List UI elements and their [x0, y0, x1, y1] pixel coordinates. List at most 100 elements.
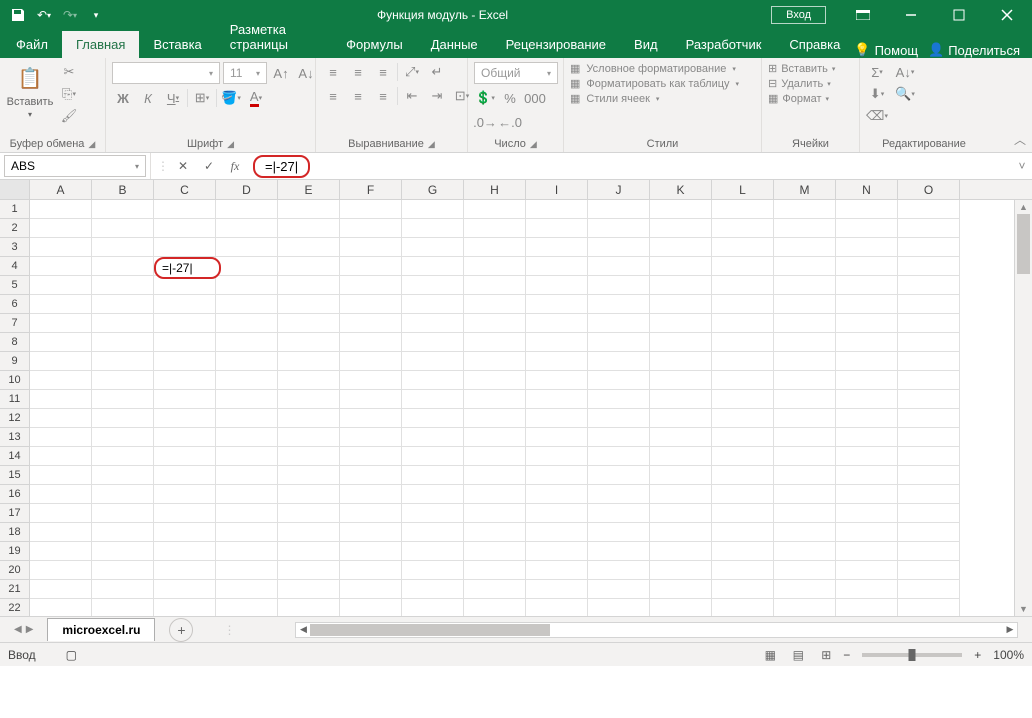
- cut-icon[interactable]: ✂: [58, 62, 80, 82]
- save-icon[interactable]: [6, 3, 30, 27]
- close-icon[interactable]: [984, 0, 1030, 30]
- row-header-22[interactable]: 22: [0, 599, 30, 616]
- row-header-20[interactable]: 20: [0, 561, 30, 580]
- normal-view-icon[interactable]: ▦: [759, 646, 781, 664]
- clipboard-launcher-icon[interactable]: ◢: [88, 139, 95, 150]
- col-header-l[interactable]: L: [712, 180, 774, 199]
- copy-icon[interactable]: ⎘▾: [58, 84, 80, 104]
- underline-button[interactable]: Ч▾: [162, 88, 184, 108]
- font-color-icon[interactable]: A▾: [245, 88, 267, 108]
- orientation-icon[interactable]: ⤢▾: [401, 62, 423, 82]
- sheet-prev-icon[interactable]: ◀: [14, 624, 22, 635]
- vertical-scrollbar[interactable]: ▲ ▼: [1014, 200, 1032, 616]
- share-button[interactable]: 👤Поделиться: [928, 42, 1020, 58]
- tab-view[interactable]: Вид: [620, 31, 672, 58]
- align-bottom-icon[interactable]: ≡: [372, 62, 394, 82]
- tab-data[interactable]: Данные: [417, 31, 492, 58]
- tab-formulas[interactable]: Формулы: [332, 31, 417, 58]
- increase-decimal-icon[interactable]: .0→: [474, 112, 496, 132]
- active-cell-c4[interactable]: =|-27|: [154, 257, 221, 279]
- sheet-tab[interactable]: microexcel.ru: [47, 618, 155, 641]
- namebox-dropdown-icon[interactable]: ▾: [135, 162, 139, 171]
- fill-icon[interactable]: ⬇▾: [866, 84, 888, 104]
- row-header-3[interactable]: 3: [0, 238, 30, 257]
- tell-me-button[interactable]: 💡Помощ: [854, 42, 918, 58]
- page-break-view-icon[interactable]: ⊞: [815, 646, 837, 664]
- horizontal-scrollbar[interactable]: ◀ ▶: [295, 622, 1018, 638]
- new-sheet-icon[interactable]: +: [169, 618, 193, 642]
- sort-filter-icon[interactable]: A↓▾: [894, 62, 916, 82]
- col-header-n[interactable]: N: [836, 180, 898, 199]
- align-top-icon[interactable]: ≡: [322, 62, 344, 82]
- row-header-5[interactable]: 5: [0, 276, 30, 295]
- minimize-icon[interactable]: [888, 0, 934, 30]
- macro-record-icon[interactable]: ▢: [66, 648, 77, 662]
- col-header-h[interactable]: H: [464, 180, 526, 199]
- conditional-formatting-button[interactable]: ▦Условное форматирование▾: [570, 62, 736, 75]
- col-header-e[interactable]: E: [278, 180, 340, 199]
- row-header-21[interactable]: 21: [0, 580, 30, 599]
- col-header-k[interactable]: K: [650, 180, 712, 199]
- scroll-right-icon[interactable]: ▶: [1003, 623, 1017, 637]
- font-size-combo[interactable]: 11▾: [223, 62, 267, 84]
- signin-button[interactable]: Вход: [771, 6, 826, 24]
- align-center-icon[interactable]: ≡: [347, 86, 369, 106]
- decrease-decimal-icon[interactable]: ←.0: [499, 112, 521, 132]
- row-header-9[interactable]: 9: [0, 352, 30, 371]
- row-header-11[interactable]: 11: [0, 390, 30, 409]
- row-header-18[interactable]: 18: [0, 523, 30, 542]
- row-header-2[interactable]: 2: [0, 219, 30, 238]
- font-launcher-icon[interactable]: ◢: [227, 139, 234, 150]
- formula-input[interactable]: =|-27|: [253, 155, 1012, 178]
- autosum-icon[interactable]: Σ▾: [866, 62, 888, 82]
- ribbon-options-icon[interactable]: [840, 0, 886, 30]
- enter-formula-icon[interactable]: ✓: [197, 155, 221, 177]
- increase-font-icon[interactable]: A↑: [270, 63, 292, 83]
- col-header-o[interactable]: O: [898, 180, 960, 199]
- sheet-next-icon[interactable]: ▶: [26, 624, 34, 635]
- name-box[interactable]: ABS ▾: [4, 155, 146, 177]
- vscroll-thumb[interactable]: [1017, 214, 1030, 274]
- find-select-icon[interactable]: 🔍▾: [894, 84, 916, 104]
- zoom-slider[interactable]: [862, 653, 962, 657]
- zoom-out-icon[interactable]: −: [843, 648, 850, 662]
- col-header-d[interactable]: D: [216, 180, 278, 199]
- align-launcher-icon[interactable]: ◢: [428, 139, 435, 150]
- scroll-down-icon[interactable]: ▼: [1015, 602, 1032, 616]
- undo-icon[interactable]: ↶▾: [32, 3, 56, 27]
- qat-customize-icon[interactable]: ▾: [84, 3, 108, 27]
- percent-icon[interactable]: %: [499, 88, 521, 108]
- cancel-formula-icon[interactable]: ✕: [171, 155, 195, 177]
- fx-icon[interactable]: fx: [223, 155, 247, 177]
- currency-icon[interactable]: 💲▾: [474, 88, 496, 108]
- col-header-i[interactable]: I: [526, 180, 588, 199]
- row-header-14[interactable]: 14: [0, 447, 30, 466]
- row-header-12[interactable]: 12: [0, 409, 30, 428]
- format-painter-icon[interactable]: 🖌: [58, 106, 80, 126]
- scroll-up-icon[interactable]: ▲: [1015, 200, 1032, 214]
- cells-area[interactable]: =|-27|: [30, 200, 1032, 616]
- tab-page-layout[interactable]: Разметка страницы: [216, 16, 332, 58]
- select-all-corner[interactable]: [0, 180, 30, 199]
- col-header-c[interactable]: C: [154, 180, 216, 199]
- col-header-b[interactable]: B: [92, 180, 154, 199]
- row-header-17[interactable]: 17: [0, 504, 30, 523]
- decrease-font-icon[interactable]: A↓: [295, 63, 317, 83]
- row-header-4[interactable]: 4: [0, 257, 30, 276]
- wrap-text-icon[interactable]: ↵: [426, 62, 448, 82]
- zoom-in-icon[interactable]: +: [974, 648, 981, 662]
- scroll-left-icon[interactable]: ◀: [296, 623, 310, 637]
- number-launcher-icon[interactable]: ◢: [530, 139, 537, 150]
- tab-developer[interactable]: Разработчик: [672, 31, 776, 58]
- decrease-indent-icon[interactable]: ⇤: [401, 86, 423, 106]
- tab-review[interactable]: Рецензирование: [492, 31, 620, 58]
- col-header-j[interactable]: J: [588, 180, 650, 199]
- tab-file[interactable]: Файл: [2, 31, 62, 58]
- clear-icon[interactable]: ⌫▾: [866, 106, 888, 126]
- comma-icon[interactable]: 000: [524, 88, 546, 108]
- maximize-icon[interactable]: [936, 0, 982, 30]
- align-right-icon[interactable]: ≡: [372, 86, 394, 106]
- paste-button[interactable]: 📋 Вставить ▾: [6, 62, 54, 119]
- align-left-icon[interactable]: ≡: [322, 86, 344, 106]
- delete-cells-button[interactable]: ⊟Удалить▾: [768, 77, 831, 90]
